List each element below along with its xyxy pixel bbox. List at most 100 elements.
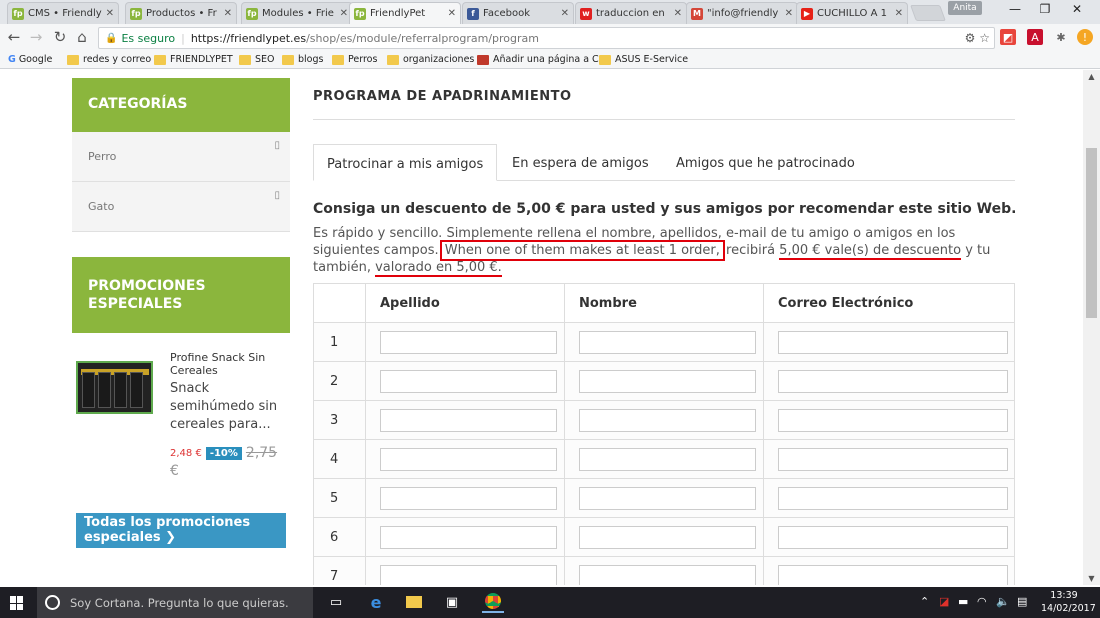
scrollbar-thumb[interactable]: [1086, 148, 1097, 318]
all-promotions-button[interactable]: Todas los promociones especiales ❯: [76, 513, 286, 548]
browser-tab[interactable]: fp CMS • Friendly ✕: [7, 2, 119, 24]
page-scrollbar[interactable]: ▲ ▼: [1083, 70, 1100, 585]
product-image[interactable]: [76, 361, 153, 414]
browser-tab[interactable]: fp FriendlyPet ✕: [349, 2, 461, 24]
forward-arrow-icon[interactable]: →: [26, 28, 46, 46]
bookmark-blogs[interactable]: blogs: [282, 54, 323, 65]
puzzle-icon[interactable]: ✱: [1053, 29, 1069, 45]
back-arrow-icon[interactable]: ←: [4, 28, 24, 46]
address-bar[interactable]: 🔒 Es seguro | https://friendlypet.es/sho…: [98, 27, 995, 49]
correo-input[interactable]: [778, 447, 1008, 471]
discount-badge: -10%: [205, 446, 242, 460]
close-tab-icon[interactable]: ✕: [340, 8, 348, 19]
category-gato[interactable]: Gato ▯: [72, 182, 290, 232]
browser-tab[interactable]: fp Productos • Fr ✕: [125, 2, 237, 24]
tray-app-icon[interactable]: ◪: [939, 595, 949, 608]
close-tab-icon[interactable]: ✕: [674, 8, 682, 19]
bookmark-google[interactable]: G Google: [8, 54, 52, 65]
new-tab-button[interactable]: [910, 5, 946, 21]
folder-icon: [387, 54, 399, 65]
alert-icon[interactable]: !: [1077, 29, 1093, 45]
extension-badge-icon[interactable]: A: [1027, 29, 1043, 45]
nombre-input[interactable]: [579, 330, 756, 354]
correo-input[interactable]: [778, 369, 1008, 393]
cortana-search[interactable]: Soy Cortana. Pregunta lo que quieras.: [37, 587, 313, 618]
browser-tab[interactable]: M "info@friendly ✕: [686, 2, 798, 24]
nombre-input[interactable]: [579, 447, 756, 471]
file-explorer-icon[interactable]: [403, 591, 425, 613]
correo-input[interactable]: [778, 525, 1008, 549]
tab-sponsor-friends[interactable]: Patrocinar a mis amigos: [313, 144, 498, 181]
bookmark-friendlypet[interactable]: FRIENDLYPET: [154, 54, 233, 65]
scroll-up-icon[interactable]: ▲: [1083, 72, 1100, 81]
divider: [313, 119, 1015, 120]
nombre-input[interactable]: [579, 564, 756, 585]
nombre-input[interactable]: [579, 486, 756, 510]
friends-form-table: Apellido Nombre Correo Electrónico 12345…: [313, 283, 1015, 585]
category-perro[interactable]: Perro ▯: [72, 132, 290, 182]
tab-pending-friends[interactable]: En espera de amigos: [512, 144, 649, 181]
browser-tab[interactable]: fp Modules • Frie ✕: [241, 2, 353, 24]
edge-icon[interactable]: e: [365, 591, 387, 613]
bookmark-add-page[interactable]: Añadir una página a C: [477, 54, 599, 65]
reload-icon[interactable]: ↻: [50, 28, 70, 46]
minimize-button[interactable]: —: [1000, 2, 1030, 16]
nombre-input[interactable]: [579, 408, 756, 432]
tab-title: traduccion en: [596, 8, 665, 19]
nombre-input[interactable]: [579, 525, 756, 549]
apellido-input[interactable]: [380, 564, 557, 585]
nombre-input[interactable]: [579, 369, 756, 393]
product-price-row: 2,48 € -10% 2,75: [170, 445, 288, 461]
secure-label: Es seguro: [121, 31, 176, 45]
table-row: 1: [313, 322, 1015, 362]
correo-input[interactable]: [778, 564, 1008, 585]
apellido-input[interactable]: [380, 408, 557, 432]
bookmark-redes[interactable]: redes y correo: [67, 54, 151, 65]
product-name[interactable]: Profine Snack Sin Cereales: [170, 351, 285, 377]
apellido-input[interactable]: [380, 369, 557, 393]
apellido-input[interactable]: [380, 447, 557, 471]
volume-icon[interactable]: 🔈: [996, 595, 1010, 608]
extension-icon[interactable]: ◩: [1000, 29, 1016, 45]
chrome-icon[interactable]: [482, 591, 504, 613]
correo-input[interactable]: [778, 408, 1008, 432]
expand-icon[interactable]: ▯: [274, 140, 280, 151]
browser-toolbar: ← → ↻ ⌂ 🔒 Es seguro | https://friendlype…: [0, 24, 1100, 51]
tray-chevron-up-icon[interactable]: ⌃: [920, 595, 929, 608]
profile-badge[interactable]: Anita: [948, 1, 982, 15]
close-tab-icon[interactable]: ✕: [224, 8, 232, 19]
bookmark-star-icon[interactable]: ⚙ ☆: [965, 31, 990, 45]
table-row: 5: [313, 478, 1015, 518]
close-tab-icon[interactable]: ✕: [448, 8, 456, 19]
bookmark-perros[interactable]: Perros: [332, 54, 377, 65]
battery-icon[interactable]: ▬: [958, 595, 968, 608]
windows-start-icon[interactable]: [10, 596, 24, 610]
browser-tab[interactable]: f Facebook ✕: [462, 2, 574, 24]
apellido-input[interactable]: [380, 486, 557, 510]
browser-tab[interactable]: ▶ CUCHILLO A 1 ✕: [796, 2, 908, 24]
maximize-button[interactable]: ❐: [1030, 2, 1060, 16]
correo-input[interactable]: [778, 486, 1008, 510]
browser-tab[interactable]: w traduccion en ✕: [575, 2, 687, 24]
apellido-input[interactable]: [380, 330, 557, 354]
store-icon[interactable]: ▣: [441, 591, 463, 613]
close-tab-icon[interactable]: ✕: [785, 8, 793, 19]
bookmark-organizaciones[interactable]: organizaciones: [387, 54, 474, 65]
tab-sponsored-friends[interactable]: Amigos que he patrocinado: [676, 144, 855, 181]
close-window-button[interactable]: ✕: [1062, 2, 1092, 16]
system-clock[interactable]: 13:39 14/02/2017: [1041, 589, 1096, 615]
correo-input[interactable]: [778, 330, 1008, 354]
scroll-down-icon[interactable]: ▼: [1083, 574, 1100, 583]
close-tab-icon[interactable]: ✕: [106, 8, 114, 19]
folder-icon: [67, 54, 79, 65]
bookmark-seo[interactable]: SEO: [239, 54, 275, 65]
bookmark-asus[interactable]: ASUS E-Service: [599, 54, 688, 65]
close-tab-icon[interactable]: ✕: [895, 8, 903, 19]
home-icon[interactable]: ⌂: [72, 28, 92, 46]
task-view-icon[interactable]: ▭: [325, 591, 347, 613]
apellido-input[interactable]: [380, 525, 557, 549]
wifi-icon[interactable]: ◠: [977, 595, 987, 608]
notification-icon[interactable]: ▤: [1017, 595, 1027, 608]
close-tab-icon[interactable]: ✕: [561, 8, 569, 19]
expand-icon[interactable]: ▯: [274, 190, 280, 201]
